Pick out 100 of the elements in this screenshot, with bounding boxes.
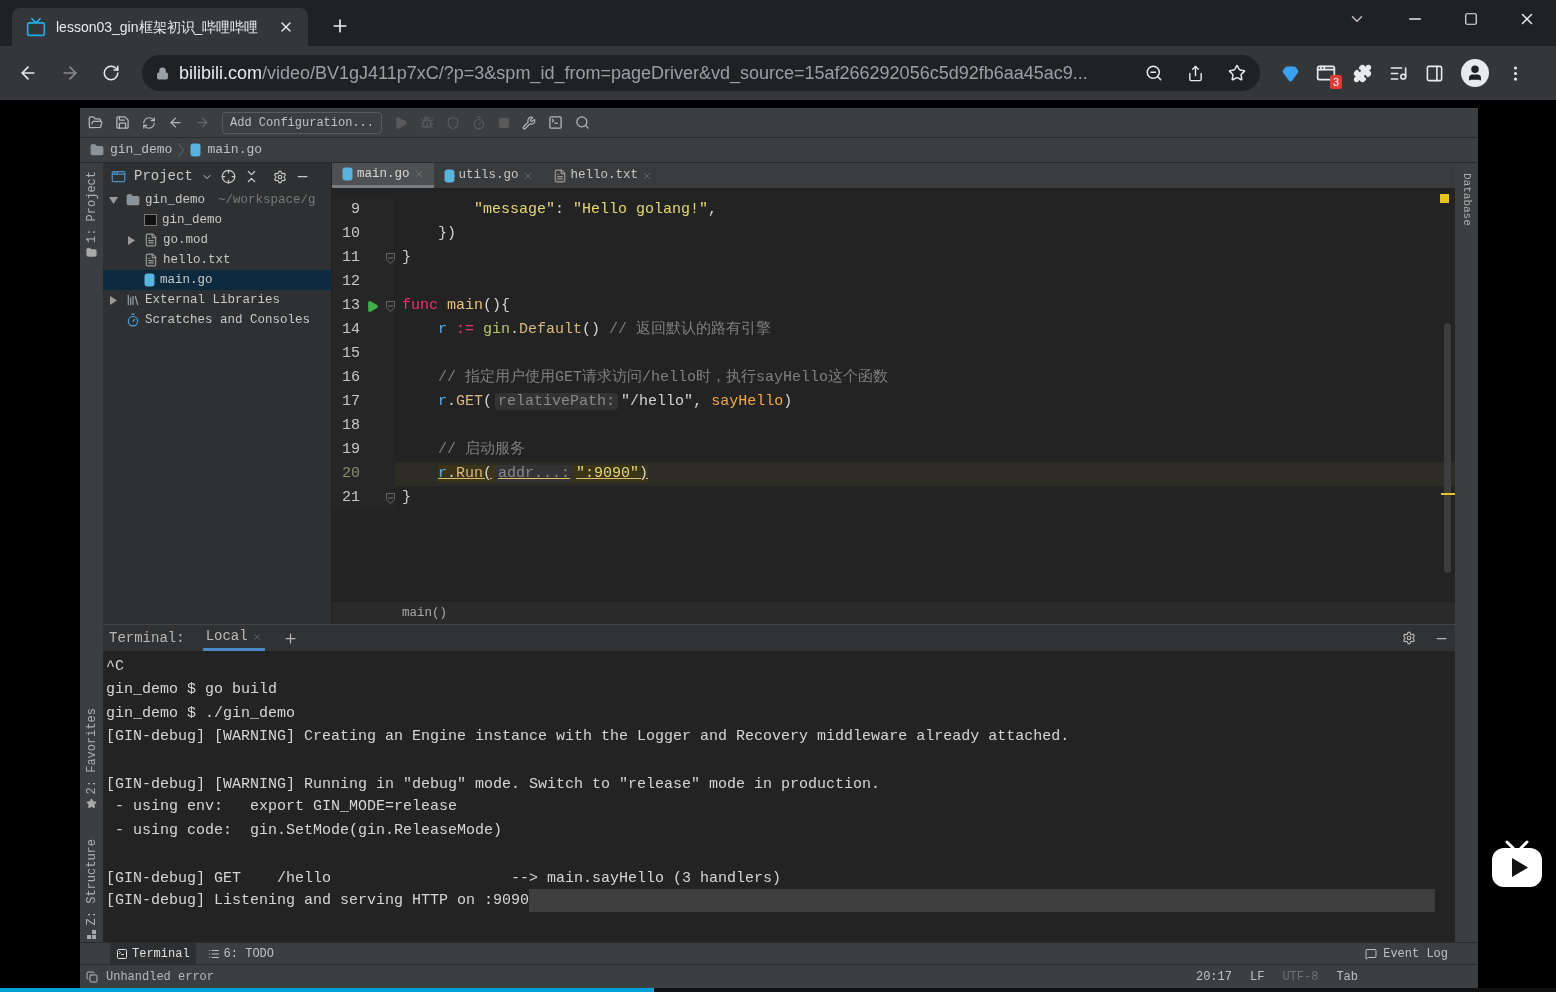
- notification-badge: 3: [1329, 75, 1342, 89]
- tree-item[interactable]: External Libraries: [103, 290, 331, 310]
- terminal-icon: [116, 947, 128, 960]
- file-icon: [552, 168, 567, 183]
- line-number: 9: [350, 199, 360, 220]
- gem-icon[interactable]: [1282, 64, 1299, 82]
- collapsed-arrow-icon[interactable]: [127, 235, 136, 245]
- tree-item-label: gin_demo: [162, 211, 222, 229]
- open-folder-icon[interactable]: [88, 115, 103, 130]
- tool-window-button[interactable]: 1: Project: [82, 171, 101, 243]
- line-number: 19: [341, 439, 360, 460]
- save-icon[interactable]: [115, 115, 130, 130]
- collapsed-arrow-icon[interactable]: [109, 295, 118, 305]
- fold-marker-icon[interactable]: [385, 300, 395, 312]
- tree-item[interactable]: main.go: [103, 270, 331, 290]
- terminal-window-icon[interactable]: [548, 115, 564, 130]
- tree-item[interactable]: hello.txt: [103, 250, 331, 270]
- tree-item[interactable]: Scratches and Consoles: [103, 310, 331, 330]
- error-stripe-mark: [1441, 493, 1455, 495]
- code-line: func main(){: [401, 295, 511, 316]
- terminal-line: - using env: export GIN_MODE=release: [114, 797, 458, 818]
- extensions-icon[interactable]: [1353, 63, 1372, 83]
- back-icon[interactable]: [168, 115, 183, 130]
- run-icon[interactable]: [366, 299, 379, 313]
- code-line: }: [401, 247, 411, 268]
- settings-icon[interactable]: [1402, 631, 1416, 645]
- breadcrumb-item[interactable]: main.go: [207, 140, 263, 160]
- browser-tab[interactable]: lesson03_gin框架初识_哔哩哔哩: [12, 8, 308, 46]
- line-number: 20: [341, 463, 360, 484]
- code-line: // 指定用户使用GET请求访问/hello时，执行sayHello这个函数: [437, 367, 889, 388]
- scrollbar-thumb[interactable]: [1444, 323, 1451, 573]
- event-log-button[interactable]: Event Log: [1383, 944, 1448, 963]
- status-item[interactable]: 20:17: [1195, 967, 1232, 986]
- tool-window-button[interactable]: 2: Favorites: [82, 708, 101, 795]
- play-button[interactable]: [1491, 840, 1543, 888]
- session-tab[interactable]: Local: [202, 625, 265, 651]
- panels-icon[interactable]: [86, 970, 98, 983]
- panel-title[interactable]: Project: [134, 166, 193, 187]
- executable-icon: [144, 214, 157, 226]
- zoom-icon[interactable]: [1145, 64, 1163, 82]
- address-bar[interactable]: bilibili.com/video/BV1gJ411p7xC/?p=3&spm_id_from=pageDriver&vd_source=15af266292056c5d92fb6aa45ac9...: [142, 55, 1260, 91]
- tree-item-label: main.go: [160, 271, 213, 289]
- warning-marker: [1440, 194, 1449, 203]
- structure-icon: [86, 929, 97, 940]
- line-number: 15: [341, 343, 360, 364]
- search-icon[interactable]: [575, 115, 591, 130]
- tool-window-tab[interactable]: Terminal: [110, 942, 196, 965]
- code-line: "message": "Hello golang!",: [473, 199, 718, 220]
- go-file-icon: [144, 273, 155, 287]
- lock-icon: [156, 66, 169, 80]
- fold-marker-icon[interactable]: [385, 252, 395, 264]
- url-text: bilibili.com/video/BV1gJ411p7xC/?p=3&spm_id_from=pageDriver&vd_source=15af266292056c5d92fb6aa45ac9...: [179, 61, 1089, 86]
- editor-tab[interactable]: main.go: [332, 163, 434, 188]
- tree-item-label: Scratches and Consoles: [145, 311, 311, 329]
- new-session-icon[interactable]: [282, 630, 298, 646]
- reload-icon[interactable]: [102, 64, 120, 82]
- editor-tab[interactable]: hello.txt: [542, 163, 663, 188]
- fold-marker-icon[interactable]: [385, 492, 395, 504]
- bookmark-star-icon[interactable]: [1228, 64, 1246, 82]
- tree-item[interactable]: gin_demo ~/workspace/g: [103, 190, 331, 210]
- breadcrumb-item[interactable]: gin_demo: [110, 140, 173, 160]
- run-configuration-button[interactable]: Add Configuration...: [222, 111, 383, 134]
- wrench-icon[interactable]: [522, 115, 537, 130]
- star-icon: [86, 798, 97, 810]
- editor-tab[interactable]: utils.go: [433, 163, 543, 188]
- line-number: 14: [341, 319, 360, 340]
- locate-icon[interactable]: [220, 169, 236, 184]
- settings-icon[interactable]: [272, 169, 287, 184]
- code-line: }: [401, 487, 411, 508]
- side-panel-icon[interactable]: [1425, 63, 1444, 83]
- line-number: 13: [341, 295, 360, 316]
- tab-title: lesson03_gin框架初识_哔哩哔哩: [56, 17, 260, 37]
- status-item[interactable]: LF: [1249, 967, 1265, 986]
- go-file-icon: [443, 168, 455, 183]
- terminal-line: [GIN-debug] [WARNING] Creating an Engine instance with the Logger and Recovery middleware already attached.: [106, 727, 1070, 748]
- go-file-icon: [190, 143, 202, 157]
- project-path: ~/workspace/g: [218, 191, 316, 209]
- tree-item[interactable]: go.mod: [103, 230, 331, 250]
- tree-item-label: External Libraries: [145, 291, 281, 309]
- tool-window-tab[interactable]: 6: TODO: [201, 942, 281, 965]
- maximize-icon[interactable]: [1464, 12, 1478, 26]
- code-line: }): [437, 223, 457, 244]
- folder-icon: [90, 143, 104, 157]
- status-item[interactable]: Tab: [1336, 967, 1358, 986]
- tree-item[interactable]: gin_demo: [103, 210, 331, 230]
- tool-window-button[interactable]: Z: Structure: [82, 839, 101, 926]
- file-icon: [144, 253, 158, 267]
- profile-avatar[interactable]: [1461, 59, 1489, 87]
- sync-icon[interactable]: [142, 115, 156, 130]
- line-number: 18: [341, 415, 360, 436]
- terminal-line: ^C: [106, 657, 124, 677]
- event-log-icon[interactable]: [1365, 947, 1378, 960]
- terminal-line: [GIN-debug] GET /hello --> main.sayHello (3 handlers): [106, 868, 782, 889]
- go-file-icon: [342, 167, 353, 181]
- code-line: // 启动服务: [437, 439, 526, 460]
- code-breadcrumb[interactable]: main(): [402, 603, 447, 623]
- tool-window-button[interactable]: Database: [1458, 173, 1475, 226]
- expanded-arrow-icon[interactable]: [109, 195, 118, 205]
- share-icon[interactable]: [1187, 64, 1204, 82]
- terminal-line: gin_demo $ go build: [106, 680, 278, 701]
